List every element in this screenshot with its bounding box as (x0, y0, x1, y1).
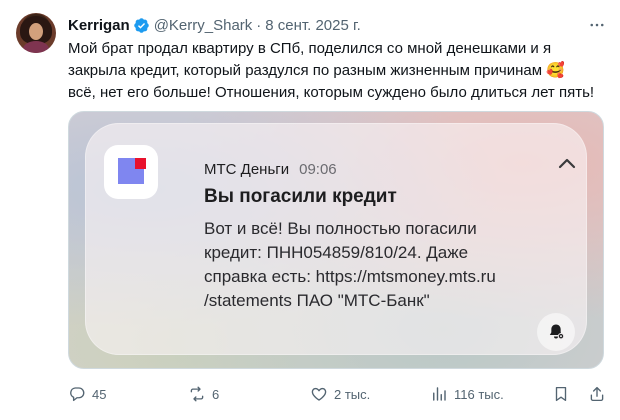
notification-body-line: Вот и всё! Вы полностью погасили (204, 219, 477, 238)
reply-count: 45 (92, 386, 107, 402)
app-icon-red-square (135, 158, 146, 169)
like-count: 2 тыс. (334, 386, 371, 402)
notification-card: МТС Деньги 09:06 Вы погасили кредит Вот и… (85, 123, 587, 355)
notification-body-line: справка есть: https://mtsmoney.mts.ru (204, 267, 496, 286)
author-handle[interactable]: @Kerry_Shark (154, 17, 253, 34)
more-icon[interactable] (586, 14, 608, 36)
tweet-media-image[interactable]: МТС Деньги 09:06 Вы погасили кредит Вот и… (68, 111, 604, 369)
author-name[interactable]: Kerrigan (68, 17, 130, 34)
notification-title: Вы погасили кредит (204, 186, 397, 207)
reply-button[interactable]: 45 (68, 384, 106, 404)
heart-icon (311, 387, 327, 401)
notification-time: 09:06 (299, 161, 337, 178)
tweet-text-line: Мой брат продал квартиру в СПб, поделилс… (68, 40, 552, 57)
notification-body: Вот и всё! Вы полностью погасили кредит:… (204, 217, 544, 313)
share-icon (590, 386, 604, 402)
like-button[interactable]: 2 тыс. (310, 384, 370, 404)
bookmark-button[interactable] (552, 384, 576, 404)
avatar-body (23, 41, 49, 53)
separator-dot: · (256, 16, 262, 34)
notification-body-line: кредит: ПНН054859/810/24. Даже (204, 243, 469, 262)
tweet[interactable]: Kerrigan @Kerry_Shark · 8 сент. 2025 г. … (0, 0, 620, 420)
bell-icon (537, 313, 575, 351)
notification-app-line: МТС Деньги 09:06 (204, 161, 337, 178)
tweet-header: Kerrigan @Kerry_Shark · 8 сент. 2025 г. (68, 16, 361, 34)
views-button[interactable]: 116 тыс. (430, 384, 504, 404)
tweet-date[interactable]: 8 сент. 2025 г. (265, 17, 361, 34)
avatar-face (29, 23, 43, 40)
chevron-up-icon (556, 155, 578, 173)
share-button[interactable] (588, 384, 612, 404)
verified-badge-icon (133, 17, 150, 34)
notification-app-name: МТС Деньги (204, 161, 290, 178)
repost-icon (190, 386, 204, 402)
views-icon (433, 387, 446, 401)
tweet-text: Мой брат продал квартиру в СПб, поделилс… (68, 38, 608, 104)
avatar[interactable] (16, 13, 56, 53)
views-count: 116 тыс. (454, 386, 504, 402)
mts-money-app-icon (104, 145, 158, 199)
notification-body-line: /statements ПАО "МТС-Банк" (204, 291, 430, 310)
reply-icon (70, 387, 85, 402)
repost-button[interactable]: 6 (188, 384, 219, 404)
tweet-actions: 45 6 2 тыс. 116 тыс. (68, 384, 608, 404)
repost-count: 6 (212, 386, 220, 402)
tweet-text-line: закрыла кредит, который раздулся по разн… (68, 62, 565, 79)
bookmark-icon (555, 386, 567, 402)
tweet-text-line: всё, нет его больше! Отношения, которым … (68, 84, 595, 101)
